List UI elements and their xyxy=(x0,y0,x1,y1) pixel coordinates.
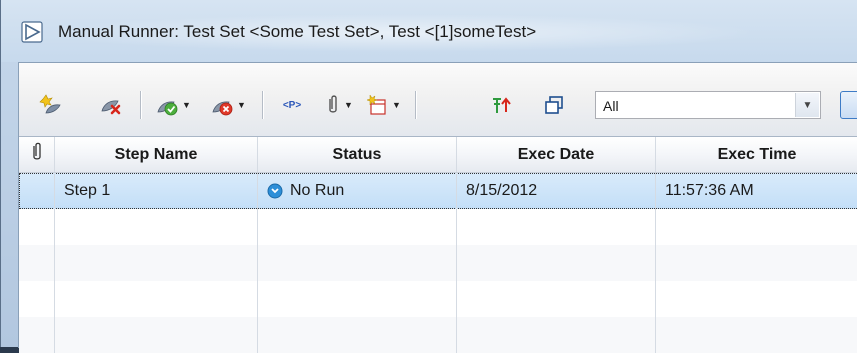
pass-selected-button[interactable]: ▼ xyxy=(152,91,194,119)
fail-selected-icon xyxy=(210,93,234,117)
empty-cell xyxy=(19,317,55,353)
empty-cell xyxy=(457,245,656,281)
empty-cell xyxy=(258,281,457,317)
chevron-down-icon[interactable]: ▼ xyxy=(182,101,191,110)
pin-icon xyxy=(490,94,512,116)
insert-parameter-icon: <P> xyxy=(283,100,301,111)
empty-cell xyxy=(19,245,55,281)
empty-cell xyxy=(656,245,857,281)
delete-step-icon xyxy=(99,93,123,117)
attachment-button[interactable]: ▼ xyxy=(319,91,359,119)
table-row[interactable]: Step 1 No Run 8/15/2012 11:57:36 AM xyxy=(19,173,857,209)
empty-cell xyxy=(258,317,457,353)
header-status[interactable]: Status xyxy=(258,137,457,172)
empty-cell xyxy=(457,317,656,353)
toolbar: ▼ ▼ <P> ▼ ▼ All ▼ xyxy=(19,63,857,136)
empty-row xyxy=(19,317,857,353)
chevron-down-icon[interactable]: ▼ xyxy=(392,101,401,110)
empty-cell xyxy=(457,209,656,245)
manual-runner-window: Manual Runner: Test Set <Some Test Set>,… xyxy=(0,0,857,347)
new-defect-button[interactable]: ▼ xyxy=(362,91,404,119)
new-step-button[interactable] xyxy=(37,91,65,119)
steps-grid: Step Name Status Exec Date Exec Time Ste… xyxy=(19,136,857,349)
row-attachment-cell[interactable] xyxy=(19,173,55,209)
chevron-down-icon[interactable]: ▼ xyxy=(795,93,819,117)
exec-time-cell[interactable]: 11:57:36 AM xyxy=(656,173,857,209)
title-bar[interactable]: Manual Runner: Test Set <Some Test Set>,… xyxy=(1,0,857,62)
empty-cell xyxy=(457,281,656,317)
toolbar-separator xyxy=(140,91,141,119)
pass-selected-icon xyxy=(155,93,179,117)
empty-cell xyxy=(55,317,258,353)
empty-cell xyxy=(55,245,258,281)
header-exec-time[interactable]: Exec Time xyxy=(656,137,857,172)
empty-row xyxy=(19,245,857,281)
step-name-cell[interactable]: Step 1 xyxy=(55,173,258,209)
empty-cell xyxy=(258,209,457,245)
empty-cell xyxy=(19,209,55,245)
header-exec-date[interactable]: Exec Date xyxy=(457,137,656,172)
new-step-icon xyxy=(39,93,63,117)
header-attachment[interactable] xyxy=(19,137,55,172)
grid-header: Step Name Status Exec Date Exec Time xyxy=(19,137,857,173)
empty-cell xyxy=(258,245,457,281)
toolbar-edge-button[interactable] xyxy=(840,91,857,119)
runner-arrow-icon xyxy=(21,21,43,43)
toolbar-separator xyxy=(262,91,263,119)
restore-window-icon xyxy=(543,94,565,116)
exec-date-cell[interactable]: 8/15/2012 xyxy=(457,173,656,209)
chevron-down-icon[interactable]: ▼ xyxy=(237,101,246,110)
empty-cell xyxy=(656,281,857,317)
pin-button[interactable] xyxy=(486,91,516,119)
filter-value: All xyxy=(603,98,619,114)
status-text: No Run xyxy=(290,182,344,200)
chevron-down-icon[interactable]: ▼ xyxy=(344,101,353,110)
empty-cell xyxy=(656,317,857,353)
empty-cell xyxy=(19,281,55,317)
new-defect-icon xyxy=(365,93,389,117)
toolbar-separator xyxy=(415,91,416,119)
empty-cell xyxy=(55,281,258,317)
restore-window-button[interactable] xyxy=(539,91,569,119)
window-title: Manual Runner: Test Set <Some Test Set>,… xyxy=(58,22,536,42)
attachment-icon xyxy=(325,94,341,116)
filter-select[interactable]: All ▼ xyxy=(595,91,821,119)
fail-selected-button[interactable]: ▼ xyxy=(207,91,249,119)
header-step-name[interactable]: Step Name xyxy=(55,137,258,172)
status-cell[interactable]: No Run xyxy=(258,173,457,209)
empty-cell xyxy=(55,209,258,245)
attachment-icon xyxy=(31,142,43,167)
client-area: ▼ ▼ <P> ▼ ▼ All ▼ Step Name Status Exec … xyxy=(18,62,857,348)
insert-parameter-button[interactable]: <P> xyxy=(275,91,309,119)
delete-step-button[interactable] xyxy=(97,91,125,119)
no-run-icon xyxy=(267,183,283,199)
empty-cell xyxy=(656,209,857,245)
empty-row xyxy=(19,209,857,245)
frame-left-edge xyxy=(1,62,18,347)
empty-row xyxy=(19,281,857,317)
